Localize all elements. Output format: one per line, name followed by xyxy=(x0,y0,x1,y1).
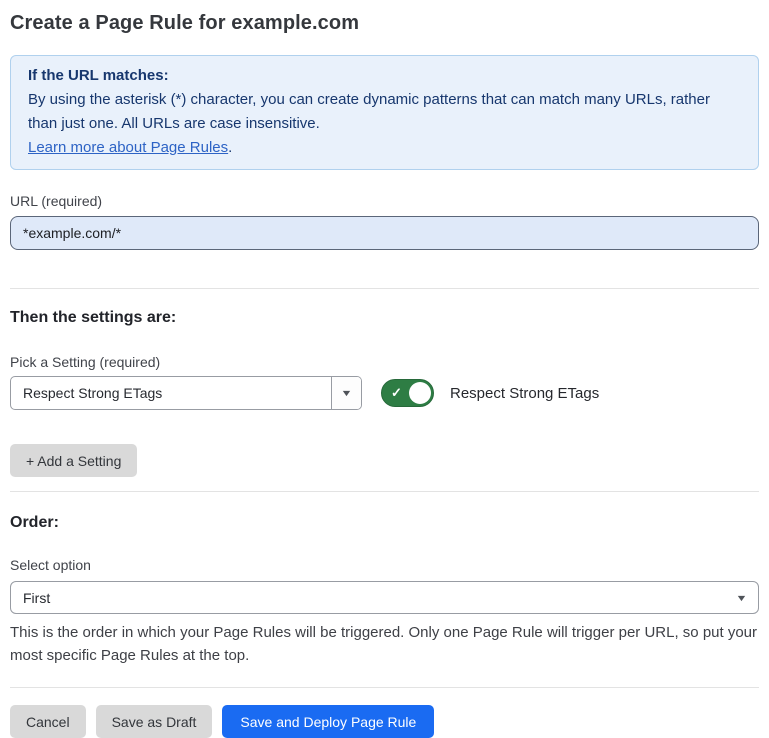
toggle-knob xyxy=(409,382,431,404)
info-box-link-line: Learn more about Page Rules. xyxy=(28,136,741,160)
info-box-body: By using the asterisk (*) character, you… xyxy=(28,88,741,136)
setting-toggle-label: Respect Strong ETags xyxy=(450,385,599,402)
url-input[interactable] xyxy=(10,216,759,250)
order-section-heading: Order: xyxy=(10,514,759,532)
setting-dropdown[interactable]: Respect Strong ETags ▼ xyxy=(10,376,362,410)
cancel-button[interactable]: Cancel xyxy=(10,705,86,738)
info-box-heading: If the URL matches: xyxy=(28,64,741,88)
url-field-label: URL (required) xyxy=(10,193,759,209)
divider xyxy=(10,491,759,492)
divider xyxy=(10,687,759,688)
add-setting-button[interactable]: + Add a Setting xyxy=(10,444,137,477)
chevron-down-icon: ▼ xyxy=(340,388,352,398)
divider xyxy=(10,288,759,289)
page-title: Create a Page Rule for example.com xyxy=(10,12,759,35)
setting-toggle[interactable]: ✓ xyxy=(381,379,434,407)
link-period: . xyxy=(228,139,232,156)
setting-dropdown-button[interactable]: ▼ xyxy=(331,377,361,409)
order-help-text: This is the order in which your Page Rul… xyxy=(10,621,759,667)
settings-section-heading: Then the settings are: xyxy=(10,309,759,327)
url-match-info-box: If the URL matches: By using the asteris… xyxy=(10,55,759,170)
setting-dropdown-value: Respect Strong ETags xyxy=(11,377,331,409)
order-dropdown[interactable]: First ▼ xyxy=(10,581,759,614)
save-deploy-button[interactable]: Save and Deploy Page Rule xyxy=(222,705,434,738)
save-draft-button[interactable]: Save as Draft xyxy=(96,705,213,738)
pick-setting-label: Pick a Setting (required) xyxy=(10,354,759,370)
footer-actions: Cancel Save as Draft Save and Deploy Pag… xyxy=(10,705,759,738)
check-icon: ✓ xyxy=(391,386,402,399)
order-dropdown-value: First xyxy=(23,590,737,606)
learn-more-link[interactable]: Learn more about Page Rules xyxy=(28,139,228,156)
page-rule-form: Create a Page Rule for example.com If th… xyxy=(0,0,769,738)
setting-row: Respect Strong ETags ▼ ✓ Respect Strong … xyxy=(10,376,759,410)
order-select-label: Select option xyxy=(10,557,759,573)
chevron-down-icon: ▼ xyxy=(735,593,747,603)
